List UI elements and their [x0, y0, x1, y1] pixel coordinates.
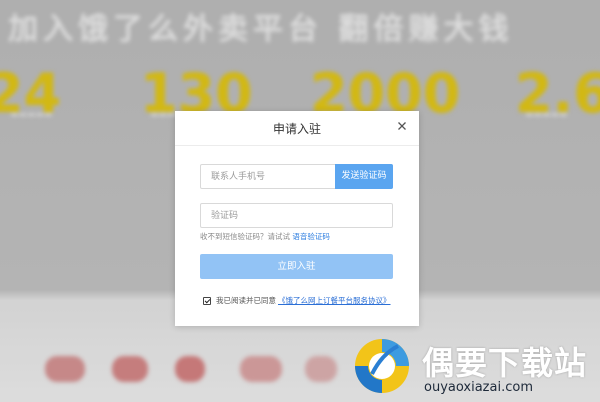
dialog-title: 申请入驻	[272, 122, 321, 136]
submit-button[interactable]: 立即入驻	[200, 254, 393, 279]
watermark: 偶要下载站 ouyaoxiazai.com	[352, 332, 600, 402]
sms-hint: 收不到短信验证码？请试试 语音验证码	[200, 231, 330, 242]
watermark-logo-icon	[355, 339, 409, 393]
phone-input[interactable]	[211, 165, 331, 188]
watermark-url: ouyaoxiazai.com	[424, 380, 533, 395]
dialog-header: 申请入驻	[175, 111, 419, 146]
agreement-row: 我已阅读并已同意 《饿了么网上订餐平台服务协议》	[203, 295, 391, 306]
code-field	[200, 203, 393, 228]
code-input[interactable]	[211, 204, 331, 227]
watermark-title: 偶要下载站	[422, 344, 588, 382]
agree-text: 我已阅读并已同意	[216, 296, 276, 305]
voice-code-link[interactable]: 语音验证码	[292, 232, 330, 241]
phone-field: 发送验证码	[200, 164, 393, 189]
apply-dialog: 申请入驻 发送验证码 收不到短信验证码？请试试 语音验证码 立即入驻 我已阅读并…	[175, 111, 419, 326]
sms-hint-text: 收不到短信验证码？请试试	[200, 232, 290, 241]
close-icon[interactable]	[395, 119, 409, 133]
agree-checkbox[interactable]	[203, 296, 211, 305]
send-code-button[interactable]: 发送验证码	[335, 164, 393, 189]
agreement-link[interactable]: 《饿了么网上订餐平台服务协议》	[278, 295, 391, 306]
